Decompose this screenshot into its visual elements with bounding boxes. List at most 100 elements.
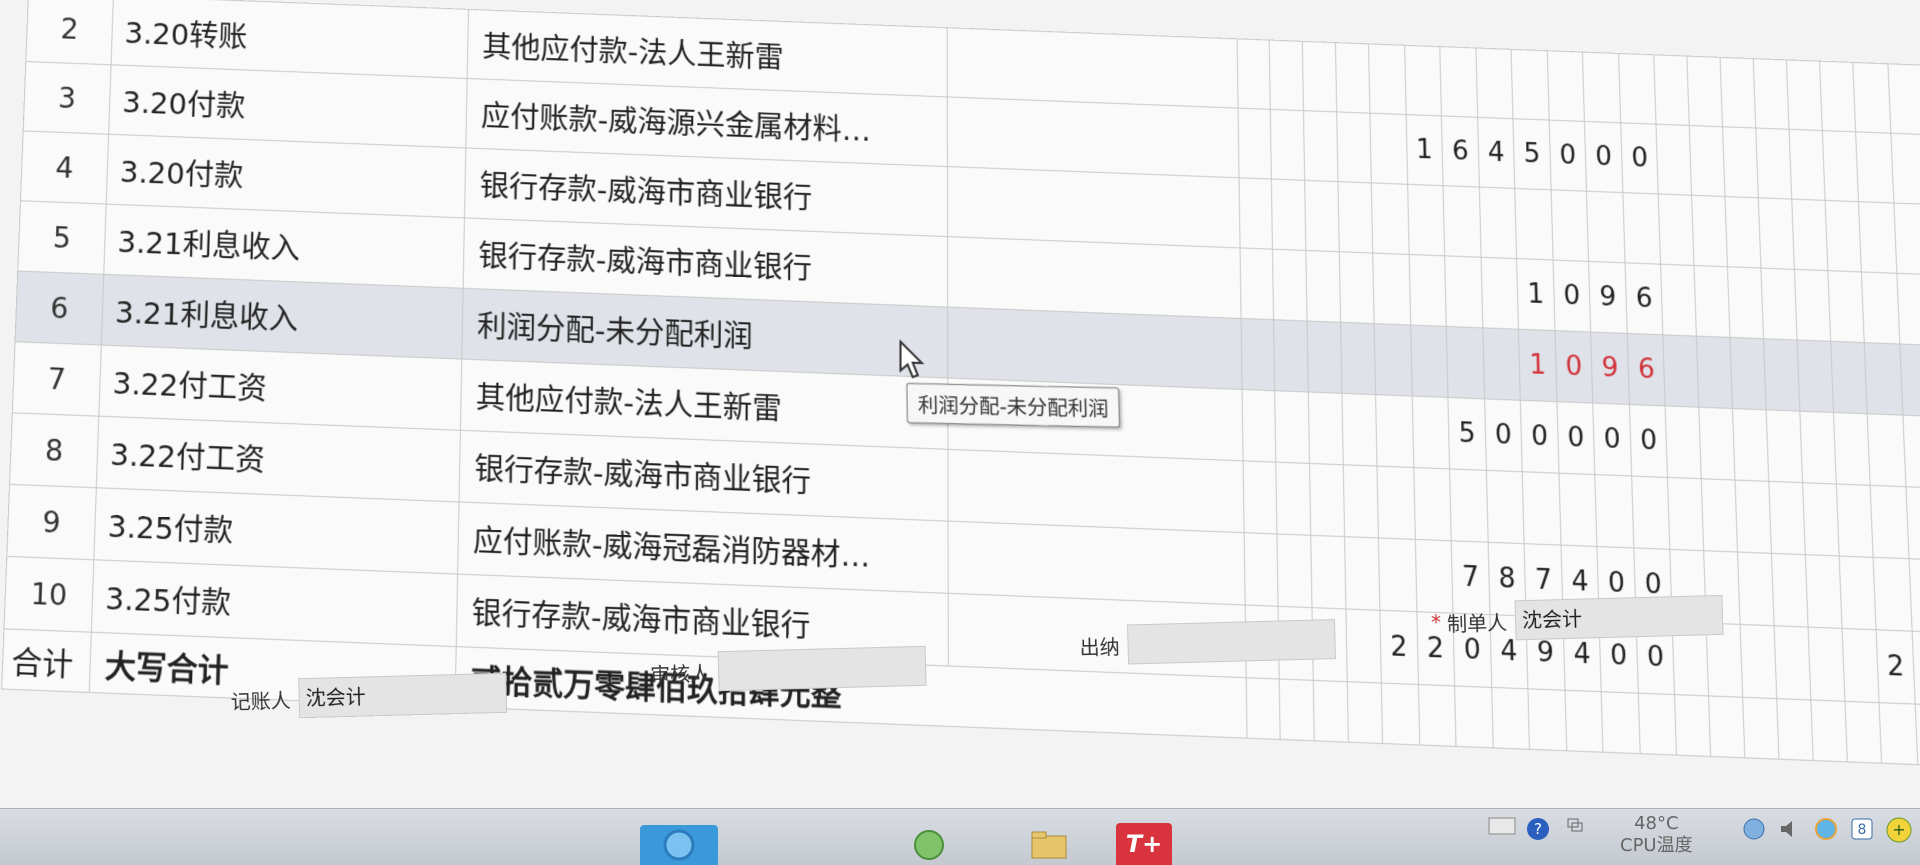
debit-digit-cell[interactable] <box>1239 247 1274 320</box>
credit-digit-cell[interactable] <box>1903 415 1920 489</box>
credit-digit-cell[interactable] <box>1656 124 1692 196</box>
debit-digit-cell[interactable] <box>1446 326 1485 399</box>
credit-digit-cell[interactable] <box>1665 405 1702 479</box>
credit-digit-cell[interactable] <box>1766 409 1803 483</box>
credit-digit-cell[interactable] <box>1689 125 1726 197</box>
debit-digit-cell[interactable] <box>1522 471 1561 546</box>
credit-digit-cell[interactable] <box>1861 271 1901 345</box>
debit-digit-cell[interactable]: 6 <box>1441 115 1480 188</box>
debit-digit-cell[interactable] <box>1272 249 1308 322</box>
auxiliary-cell[interactable] <box>946 96 1239 178</box>
taskbar-app-folder[interactable] <box>1010 825 1088 865</box>
debit-digit-cell[interactable] <box>1586 191 1625 263</box>
credit-digit-cell[interactable] <box>1864 342 1904 416</box>
debit-digit-cell[interactable]: 9 <box>1588 261 1628 334</box>
volume-icon[interactable] <box>1778 817 1802 841</box>
debit-digit-cell[interactable] <box>1443 185 1481 258</box>
credit-digit-cell[interactable] <box>1794 269 1831 342</box>
debit-digit-cell[interactable]: 9 <box>1590 332 1630 405</box>
debit-digit-cell[interactable] <box>1377 466 1415 540</box>
debit-digit-cell[interactable] <box>1374 323 1412 397</box>
debit-digit-cell[interactable] <box>1343 464 1379 538</box>
credit-digit-cell[interactable] <box>1897 273 1920 346</box>
debit-digit-cell[interactable] <box>1336 111 1372 183</box>
debit-digit-cell[interactable] <box>1238 177 1273 250</box>
debit-digit-cell[interactable] <box>1550 189 1589 262</box>
debit-digit-cell[interactable] <box>1558 473 1598 547</box>
debit-digit-cell[interactable]: 0 <box>1554 330 1594 404</box>
debit-digit-cell[interactable]: 1 <box>1516 258 1555 331</box>
debit-digit-cell[interactable] <box>1479 187 1517 259</box>
debit-digit-cell[interactable] <box>1547 50 1585 122</box>
debit-digit-cell[interactable] <box>1269 40 1304 111</box>
credit-digit-cell[interactable] <box>1819 61 1856 132</box>
debit-digit-cell[interactable] <box>1273 319 1309 393</box>
credit-digit-cell[interactable] <box>1791 199 1828 271</box>
credit-digit-cell[interactable] <box>1786 59 1823 131</box>
debit-digit-cell[interactable] <box>1408 254 1447 327</box>
reviewer-field[interactable] <box>717 645 927 692</box>
debit-digit-cell[interactable] <box>1342 393 1378 467</box>
debit-digit-cell[interactable] <box>1242 460 1278 534</box>
debit-digit-cell[interactable] <box>1631 475 1671 550</box>
debit-digit-cell[interactable] <box>1368 43 1406 115</box>
debit-digit-cell[interactable] <box>1270 109 1305 181</box>
credit-digit-cell[interactable] <box>1727 266 1764 339</box>
credit-digit-cell[interactable] <box>1802 482 1840 556</box>
credit-digit-cell[interactable] <box>1720 57 1756 129</box>
debit-digit-cell[interactable] <box>1275 390 1310 464</box>
debit-digit-cell[interactable] <box>1371 182 1409 255</box>
debit-digit-cell[interactable] <box>1372 253 1411 326</box>
debit-digit-cell[interactable]: 0 <box>1552 260 1591 333</box>
credit-digit-cell[interactable] <box>1763 338 1800 412</box>
debit-digit-cell[interactable] <box>1303 110 1339 182</box>
security-icon[interactable] <box>1814 817 1838 841</box>
credit-digit-cell[interactable] <box>1799 411 1837 484</box>
debit-digit-cell[interactable] <box>1276 462 1312 536</box>
debit-digit-cell[interactable] <box>1486 470 1525 544</box>
credit-digit-cell[interactable] <box>1827 270 1865 343</box>
debit-digit-cell[interactable] <box>1375 394 1414 468</box>
credit-digit-cell[interactable] <box>1699 407 1736 481</box>
debit-digit-cell[interactable] <box>1449 468 1488 543</box>
credit-digit-cell[interactable] <box>1824 200 1862 272</box>
taskbar-app-active[interactable] <box>640 825 718 865</box>
taskbar-app-tplus[interactable]: T+ <box>1116 823 1172 865</box>
debit-digit-cell[interactable]: 1 <box>1518 329 1557 402</box>
debit-digit-cell[interactable] <box>1407 184 1445 256</box>
debit-digit-cell[interactable] <box>1410 325 1449 398</box>
credit-digit-cell[interactable] <box>1755 128 1792 200</box>
debit-digit-cell[interactable]: 4 <box>1477 117 1515 189</box>
credit-digit-cell[interactable] <box>1869 485 1910 559</box>
credit-digit-cell[interactable] <box>1691 195 1728 267</box>
debit-digit-cell[interactable]: 0 <box>1556 401 1596 475</box>
debit-digit-cell[interactable]: 0 <box>1620 122 1659 194</box>
debit-digit-cell[interactable] <box>1369 113 1408 185</box>
credit-digit-cell[interactable] <box>1730 337 1767 410</box>
credit-digit-cell[interactable] <box>1761 268 1798 341</box>
credit-digit-cell[interactable] <box>1830 341 1867 414</box>
cashier-field[interactable] <box>1127 619 1337 665</box>
credit-digit-cell[interactable] <box>1852 62 1892 134</box>
debit-digit-cell[interactable] <box>1618 53 1657 125</box>
bookkeeper-field[interactable]: 沈会计 <box>298 672 508 719</box>
credit-digit-cell[interactable] <box>1667 477 1704 551</box>
debit-digit-cell[interactable] <box>1339 251 1375 324</box>
credit-digit-cell[interactable] <box>1663 334 1700 408</box>
debit-digit-cell[interactable] <box>1514 188 1553 261</box>
credit-digit-cell[interactable] <box>1866 413 1907 487</box>
credit-digit-cell[interactable] <box>1891 133 1920 205</box>
help-icon[interactable]: ? <box>1526 817 1550 841</box>
auxiliary-cell[interactable] <box>947 236 1241 319</box>
credit-digit-cell[interactable] <box>1694 265 1731 338</box>
auxiliary-cell[interactable] <box>947 449 1244 533</box>
credit-digit-cell[interactable] <box>1696 336 1733 409</box>
debit-digit-cell[interactable] <box>1241 389 1277 463</box>
credit-digit-cell[interactable] <box>1858 201 1898 274</box>
debit-digit-cell[interactable]: 0 <box>1629 404 1668 478</box>
taskbar-app-browser[interactable] <box>890 825 968 865</box>
credit-digit-cell[interactable] <box>1855 131 1895 204</box>
debit-digit-cell[interactable] <box>1271 179 1307 251</box>
debit-digit-cell[interactable] <box>1307 321 1343 394</box>
debit-digit-cell[interactable] <box>1306 250 1341 323</box>
